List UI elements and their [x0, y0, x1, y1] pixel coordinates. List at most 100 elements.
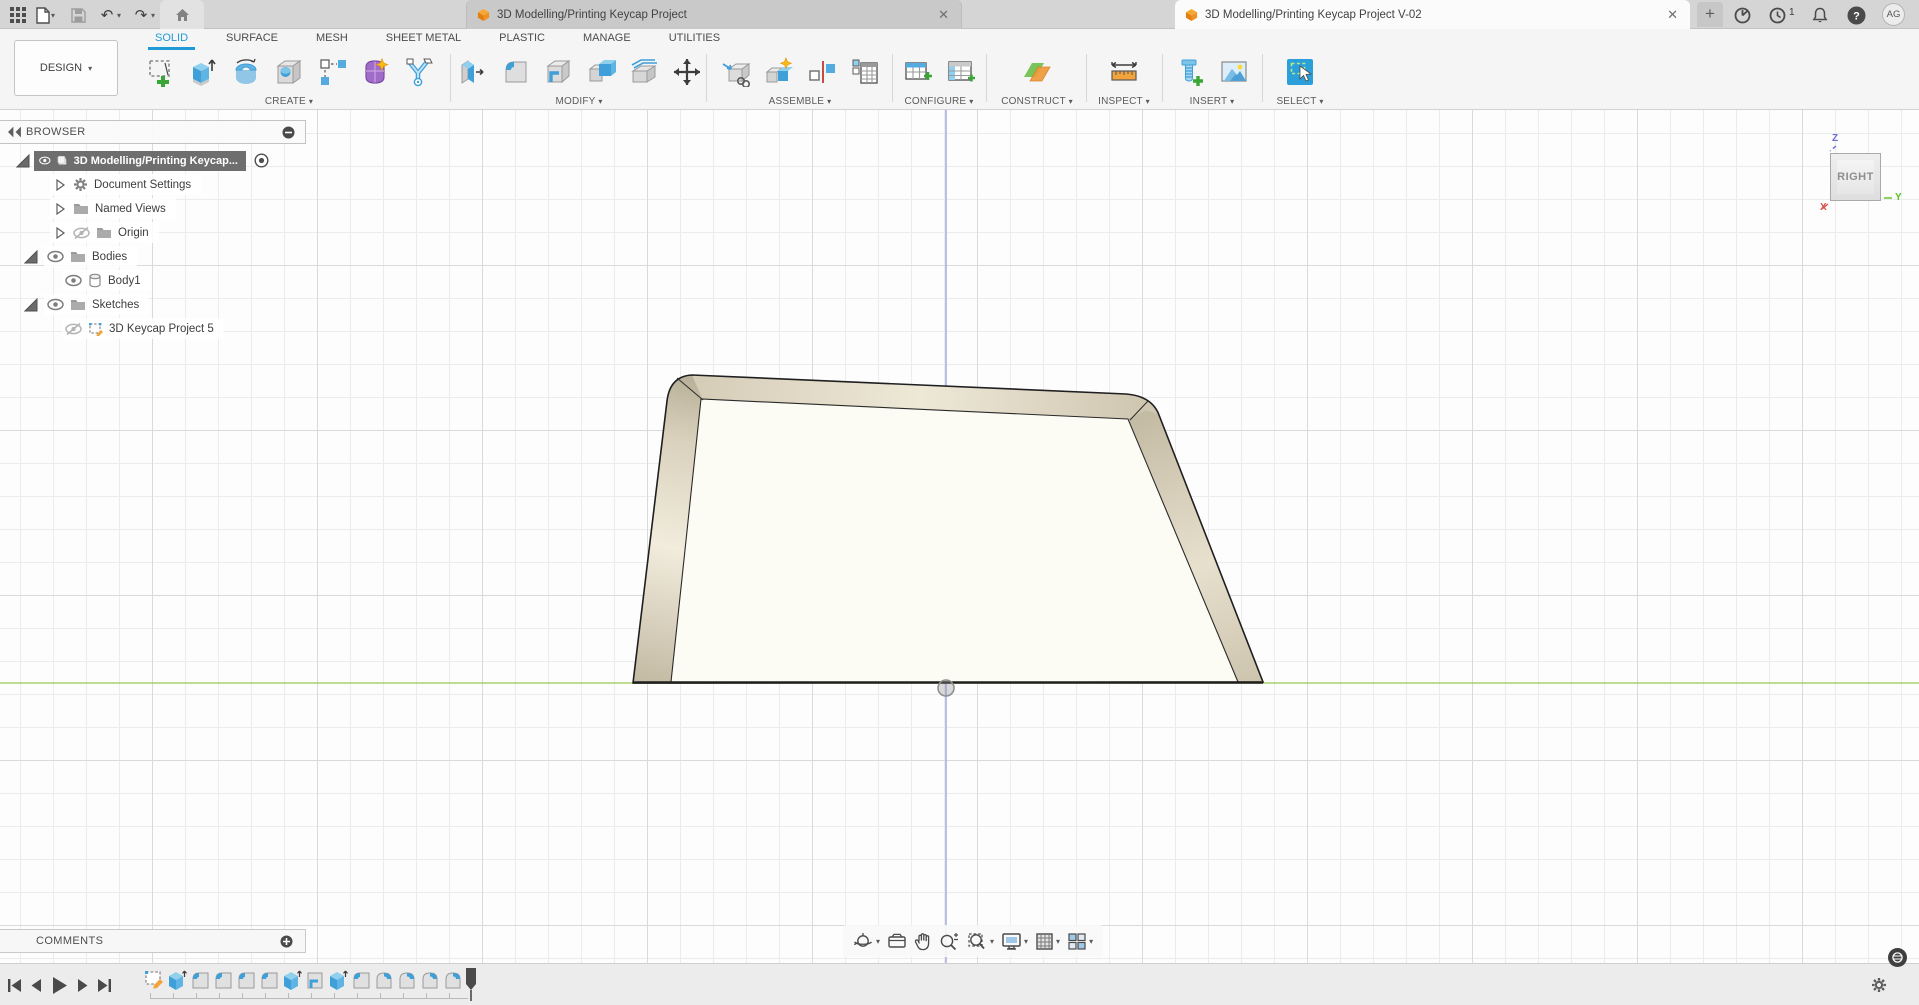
document-tab-2[interactable]: 3D Modelling/Printing Keycap Project V-0…	[1175, 0, 1690, 29]
expanded-arrow-icon[interactable]	[24, 250, 38, 264]
construction-plane-icon[interactable]	[1021, 55, 1053, 89]
timeline-feature-fillet[interactable]	[443, 969, 463, 991]
redo-icon[interactable]: ↷	[131, 5, 151, 25]
file-icon[interactable]	[33, 5, 53, 25]
tab-solid[interactable]: SOLID	[136, 29, 207, 49]
select-icon[interactable]	[1284, 55, 1316, 89]
user-avatar[interactable]: AG	[1882, 3, 1905, 26]
help-icon[interactable]: ?	[1845, 4, 1867, 26]
look-at-icon[interactable]	[887, 932, 907, 950]
joint-icon[interactable]	[763, 55, 795, 89]
fit-icon[interactable]: ▾	[967, 932, 994, 951]
close-tab-icon[interactable]: ✕	[1665, 7, 1680, 23]
timeline-feature-fillet[interactable]	[236, 969, 256, 991]
tab-sheet-metal[interactable]: SHEET METAL	[367, 29, 480, 49]
split-body-icon[interactable]	[628, 55, 660, 89]
group-label-assemble[interactable]: ASSEMBLE ▾	[769, 96, 832, 107]
grid-and-snaps-icon[interactable]: ▾	[1035, 932, 1060, 951]
insert-fastener-icon[interactable]	[1175, 55, 1207, 89]
browser-row-sketch-keycap-project5[interactable]: 3D Keycap Project 5	[62, 318, 224, 339]
browser-row-named-views[interactable]: Named Views	[50, 198, 176, 219]
selected-row-pill[interactable]: 3D Modelling/Printing Keycap...	[34, 151, 246, 171]
skip-to-end-icon[interactable]	[98, 979, 111, 992]
as-built-joint-icon[interactable]	[806, 55, 838, 89]
timeline-feature-fillet[interactable]	[351, 969, 371, 991]
app-grid-icon[interactable]	[8, 5, 28, 25]
timeline-position-marker[interactable]	[464, 968, 478, 1002]
timeline-feature-extrude[interactable]	[328, 969, 348, 991]
tab-utilities[interactable]: UTILITIES	[650, 29, 739, 49]
tab-plastic[interactable]: PLASTIC	[480, 29, 564, 49]
collapsed-arrow-icon[interactable]	[53, 178, 67, 192]
new-tab-button[interactable]: +	[1697, 2, 1723, 27]
group-label-create[interactable]: CREATE ▾	[265, 96, 313, 107]
expanded-arrow-icon[interactable]	[16, 154, 30, 168]
browser-row-document-settings[interactable]: Document Settings	[50, 174, 201, 195]
job-status-icon[interactable]	[1766, 4, 1788, 26]
collapsed-arrow-icon[interactable]	[53, 202, 67, 216]
collapsed-arrow-icon[interactable]	[53, 226, 67, 240]
close-tab-icon[interactable]: ✕	[936, 7, 951, 23]
browser-row-origin[interactable]: Origin	[50, 222, 159, 243]
pan-icon[interactable]	[914, 932, 932, 951]
step-forward-icon[interactable]	[76, 979, 89, 992]
dropdown-caret-icon[interactable]: ▾	[1089, 937, 1093, 946]
visibility-eye-icon[interactable]	[47, 250, 64, 263]
tab-surface[interactable]: SURFACE	[207, 29, 297, 49]
new-component-icon[interactable]	[720, 55, 752, 89]
collapse-browser-icon[interactable]	[8, 125, 22, 139]
save-icon[interactable]	[68, 5, 88, 25]
add-comment-icon[interactable]	[280, 935, 293, 948]
timeline-feature-extrude[interactable]	[167, 969, 187, 991]
dropdown-caret-icon[interactable]: ▾	[1056, 937, 1060, 946]
zoom-icon[interactable]	[939, 932, 960, 951]
tab-manage[interactable]: MANAGE	[564, 29, 650, 49]
timeline-settings-gear-icon[interactable]	[1871, 977, 1887, 993]
motion-study-icon[interactable]	[849, 55, 881, 89]
combine-icon[interactable]	[585, 55, 617, 89]
timeline-feature-extrude[interactable]	[282, 969, 302, 991]
notifications-bell-icon[interactable]	[1809, 4, 1831, 26]
expanded-arrow-icon[interactable]	[24, 298, 38, 312]
undo-caret-icon[interactable]: ▾	[117, 11, 121, 20]
timeline-feature-sketch[interactable]	[144, 969, 164, 991]
visibility-eye-icon[interactable]	[39, 154, 51, 167]
undo-icon[interactable]: ↶	[97, 5, 117, 25]
timeline-feature-fillet[interactable]	[374, 969, 394, 991]
group-label-select[interactable]: SELECT ▾	[1276, 96, 1323, 107]
revolve-icon[interactable]	[230, 55, 262, 89]
visibility-eye-icon[interactable]	[65, 274, 82, 287]
tab-mesh[interactable]: MESH	[297, 29, 367, 49]
comments-panel[interactable]: COMMENTS	[0, 929, 306, 953]
pipe-icon[interactable]	[402, 55, 434, 89]
timeline-feature-fillet[interactable]	[397, 969, 417, 991]
timeline-feature-fillet[interactable]	[259, 969, 279, 991]
browser-row-bodies[interactable]: Bodies	[24, 246, 137, 267]
visibility-off-eye-icon[interactable]	[65, 322, 82, 336]
measure-icon[interactable]	[1108, 55, 1140, 89]
browser-row-sketches[interactable]: Sketches	[24, 294, 149, 315]
keycap-body-model[interactable]	[633, 375, 1263, 683]
viewport-canvas[interactable]: BROWSER 3D Modelling/Printing Keycap... …	[0, 110, 1919, 963]
group-label-configure[interactable]: CONFIGURE ▾	[904, 96, 973, 107]
timeline-feature-fillet[interactable]	[190, 969, 210, 991]
viewports-icon[interactable]: ▾	[1067, 932, 1093, 951]
shell-icon[interactable]	[542, 55, 574, 89]
configuration-table-icon[interactable]	[945, 55, 977, 89]
rectangular-pattern-icon[interactable]	[316, 55, 348, 89]
browser-row-body1[interactable]: Body1	[62, 270, 151, 291]
activate-component-radio-icon[interactable]	[254, 153, 269, 168]
visibility-eye-icon[interactable]	[47, 298, 64, 311]
group-label-insert[interactable]: INSERT ▾	[1190, 96, 1235, 107]
create-sketch-icon[interactable]	[144, 55, 176, 89]
group-label-inspect[interactable]: INSPECT ▾	[1098, 96, 1150, 107]
timeline-feature-fillet[interactable]	[213, 969, 233, 991]
canvas-icon[interactable]	[1218, 55, 1250, 89]
extrude-icon[interactable]	[187, 55, 219, 89]
origin-point[interactable]	[938, 680, 954, 696]
fillet-icon[interactable]	[499, 55, 531, 89]
remove-panel-icon[interactable]	[282, 126, 295, 139]
play-icon[interactable]	[52, 977, 67, 994]
dropdown-caret-icon[interactable]: ▾	[876, 937, 880, 946]
dropdown-caret-icon[interactable]: ▾	[1024, 937, 1028, 946]
